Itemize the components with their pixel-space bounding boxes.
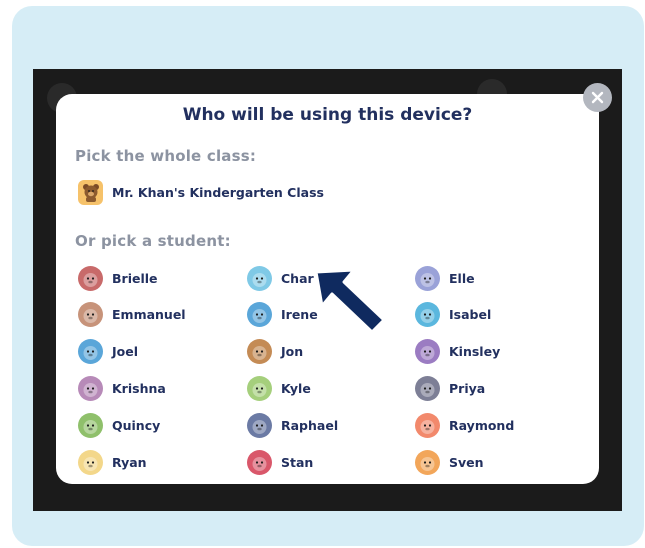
student-krishna[interactable]: Krishna bbox=[78, 374, 166, 402]
squirrel-avatar-icon bbox=[247, 375, 272, 401]
goat-avatar-icon bbox=[247, 449, 272, 475]
student-name: Kyle bbox=[281, 380, 311, 396]
student-raphael[interactable]: Raphael bbox=[247, 411, 338, 439]
student-sven[interactable]: Sven bbox=[415, 448, 484, 476]
student-char[interactable]: Char bbox=[247, 264, 314, 292]
student-name: Ryan bbox=[112, 454, 147, 470]
student-name: Emmanuel bbox=[112, 307, 186, 323]
polar-bear-avatar-icon bbox=[247, 265, 272, 291]
class-name: Mr. Khan's Kindergarten Class bbox=[112, 184, 324, 200]
bear-icon bbox=[78, 179, 103, 205]
creature-avatar-icon bbox=[78, 375, 103, 401]
bee-avatar-icon bbox=[78, 339, 103, 365]
otter-avatar-icon bbox=[415, 302, 440, 328]
student-name: Krishna bbox=[112, 380, 166, 396]
unicorn-avatar-icon bbox=[247, 412, 272, 438]
student-name: Raphael bbox=[281, 417, 339, 433]
student-name: Joel bbox=[112, 344, 139, 360]
student-stan[interactable]: Stan bbox=[247, 448, 313, 476]
close-icon bbox=[591, 91, 604, 104]
lion-avatar-icon bbox=[415, 265, 440, 291]
modal-title: Who will be using this device? bbox=[182, 105, 473, 125]
student-name: Stan bbox=[281, 454, 314, 470]
student-quincy[interactable]: Quincy bbox=[78, 411, 160, 439]
gorilla-avatar-icon bbox=[78, 265, 103, 291]
student-name: Jon bbox=[281, 344, 304, 360]
student-jon[interactable]: Jon bbox=[247, 338, 303, 366]
arrow-pointer-icon bbox=[314, 268, 386, 334]
hippo-avatar-icon bbox=[78, 449, 103, 475]
student-irene[interactable]: Irene bbox=[247, 301, 318, 329]
tiger-avatar-icon bbox=[247, 302, 272, 328]
student-name: Raymond bbox=[449, 417, 515, 433]
student-name: Char bbox=[281, 270, 314, 286]
class-option[interactable]: Mr. Khan's Kindergarten Class bbox=[78, 178, 324, 206]
student-name: Elle bbox=[449, 270, 475, 286]
giraffe-avatar-icon bbox=[415, 375, 440, 401]
monkey-avatar-icon bbox=[415, 412, 440, 438]
student-kyle[interactable]: Kyle bbox=[247, 374, 311, 402]
student-name: Kinsley bbox=[449, 344, 501, 360]
student-kinsley[interactable]: Kinsley bbox=[415, 338, 500, 366]
class-heading: Pick the whole class: bbox=[75, 147, 257, 165]
student-name: Isabel bbox=[449, 307, 492, 323]
student-ryan[interactable]: Ryan bbox=[78, 448, 147, 476]
snake-avatar-icon bbox=[78, 302, 103, 328]
yeti-avatar-icon bbox=[415, 339, 440, 365]
student-heading: Or pick a student: bbox=[75, 232, 231, 250]
student-name: Priya bbox=[449, 380, 486, 396]
turtle-avatar-icon bbox=[247, 339, 272, 365]
student-name: Quincy bbox=[112, 417, 161, 433]
rooster-avatar-icon bbox=[78, 412, 103, 438]
hedgehog-avatar-icon bbox=[415, 449, 440, 475]
student-raymond[interactable]: Raymond bbox=[415, 411, 514, 439]
student-name: Sven bbox=[449, 454, 484, 470]
student-brielle[interactable]: Brielle bbox=[78, 264, 158, 292]
student-elle[interactable]: Elle bbox=[415, 264, 475, 292]
student-isabel[interactable]: Isabel bbox=[415, 301, 491, 329]
student-name: Brielle bbox=[112, 270, 158, 286]
student-priya[interactable]: Priya bbox=[415, 374, 485, 402]
student-emmanuel[interactable]: Emmanuel bbox=[78, 301, 186, 329]
student-joel[interactable]: Joel bbox=[78, 338, 138, 366]
